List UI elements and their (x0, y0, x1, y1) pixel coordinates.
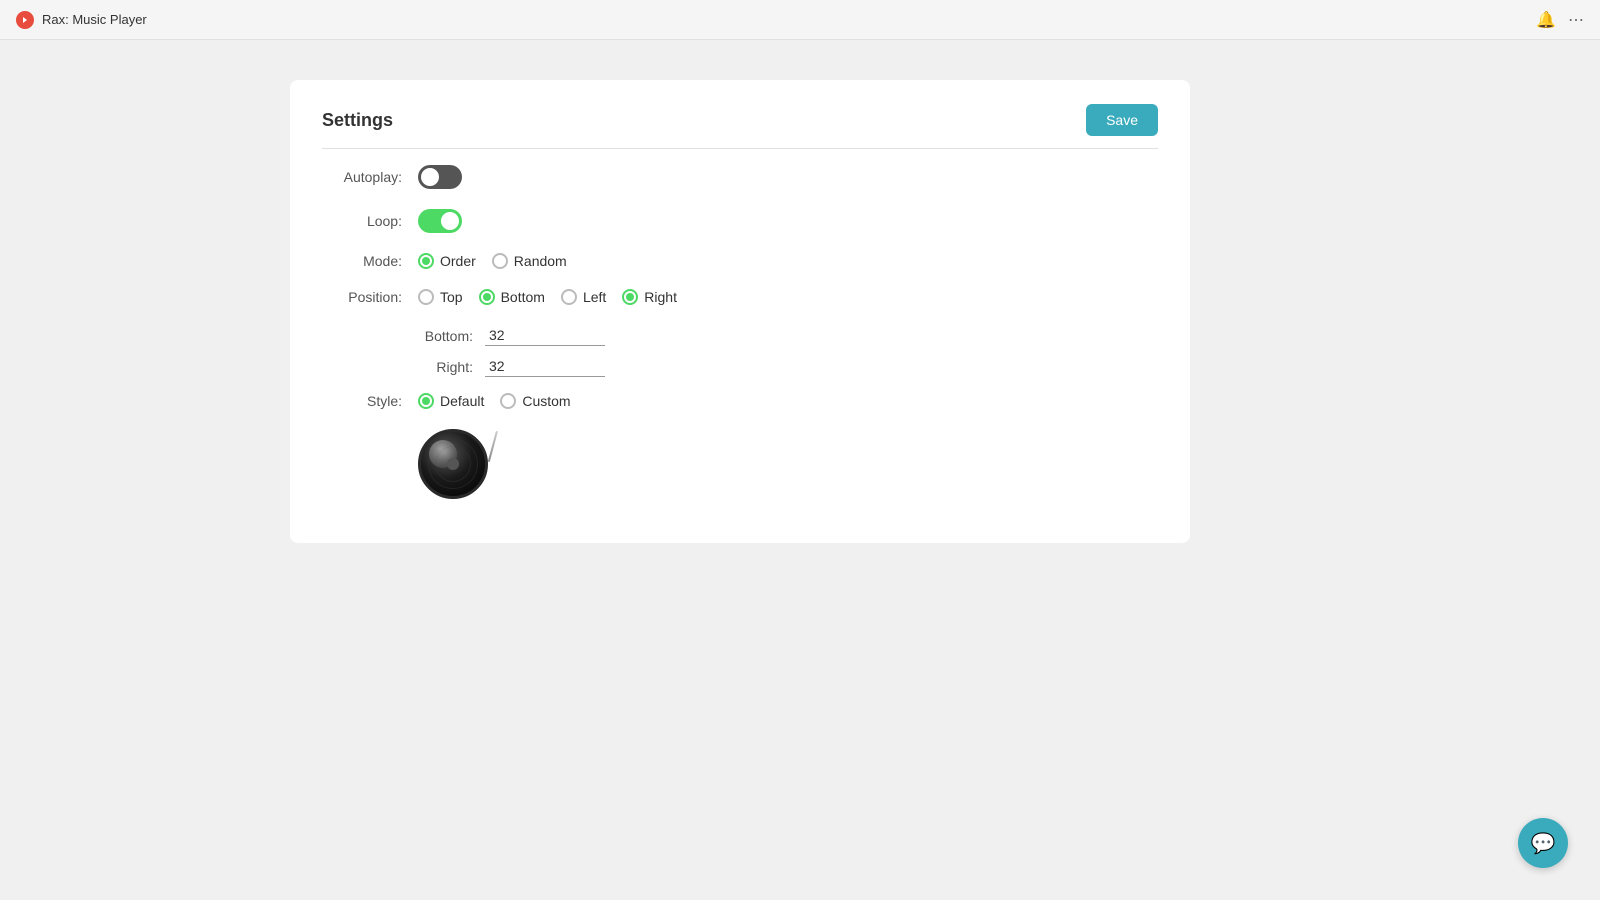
position-left-dot (561, 289, 577, 305)
right-label: Right: (418, 359, 473, 375)
style-default-dot (418, 393, 434, 409)
player-disc[interactable] (418, 429, 488, 499)
sub-fields: Bottom: Right: (418, 325, 1158, 377)
position-label: Position: (322, 289, 402, 305)
mode-row: Mode: Order Random (322, 253, 1158, 269)
position-left-label: Left (583, 289, 606, 305)
mode-random-option[interactable]: Random (492, 253, 567, 269)
style-default-label: Default (440, 393, 484, 409)
settings-title: Settings (322, 110, 393, 131)
position-top-label: Top (440, 289, 463, 305)
position-top-dot (418, 289, 434, 305)
autoplay-slider (418, 165, 462, 189)
player-widget (418, 429, 508, 519)
disc-center (447, 458, 459, 470)
more-icon[interactable]: ⋯ (1568, 10, 1584, 30)
style-custom-dot (500, 393, 516, 409)
style-radio-group: Default Custom (418, 393, 571, 409)
mode-random-dot (492, 253, 508, 269)
position-right-label: Right (644, 289, 677, 305)
position-right-option[interactable]: Right (622, 289, 677, 305)
mode-radio-group: Order Random (418, 253, 567, 269)
bell-icon[interactable]: 🔔 (1536, 10, 1556, 30)
style-custom-option[interactable]: Custom (500, 393, 570, 409)
loop-toggle[interactable] (418, 209, 462, 233)
title-bar: Rax: Music Player 🔔 ⋯ (0, 0, 1600, 40)
title-bar-right: 🔔 ⋯ (1536, 10, 1584, 30)
right-field-row: Right: (418, 356, 1158, 377)
style-label: Style: (322, 393, 402, 409)
bottom-field-row: Bottom: (418, 325, 1158, 346)
settings-panel: Settings Save Autoplay: Loop: Mode: (290, 80, 1190, 543)
style-custom-label: Custom (522, 393, 570, 409)
position-bottom-dot (479, 289, 495, 305)
position-bottom-label: Bottom (501, 289, 545, 305)
chat-button[interactable]: 💬 (1518, 818, 1568, 868)
app-title: Rax: Music Player (42, 12, 147, 27)
mode-order-option[interactable]: Order (418, 253, 476, 269)
right-input[interactable] (485, 356, 605, 377)
app-icon (16, 11, 34, 29)
position-row: Position: Top Bottom Left Right (322, 289, 1158, 305)
position-right-dot (622, 289, 638, 305)
position-top-option[interactable]: Top (418, 289, 463, 305)
mode-label: Mode: (322, 253, 402, 269)
bottom-label: Bottom: (418, 328, 473, 344)
loop-row: Loop: (322, 209, 1158, 233)
mode-random-label: Random (514, 253, 567, 269)
position-left-option[interactable]: Left (561, 289, 606, 305)
position-radio-group: Top Bottom Left Right (418, 289, 677, 305)
settings-header: Settings Save (322, 104, 1158, 149)
autoplay-label: Autoplay: (322, 169, 402, 185)
chat-icon: 💬 (1531, 831, 1556, 856)
loop-label: Loop: (322, 213, 402, 229)
title-bar-left: Rax: Music Player (16, 11, 147, 29)
autoplay-toggle[interactable] (418, 165, 462, 189)
save-button[interactable]: Save (1086, 104, 1158, 136)
main-content: Settings Save Autoplay: Loop: Mode: (0, 40, 1600, 583)
mode-order-label: Order (440, 253, 476, 269)
player-needle (488, 431, 498, 462)
autoplay-row: Autoplay: (322, 165, 1158, 189)
mode-order-dot (418, 253, 434, 269)
style-default-option[interactable]: Default (418, 393, 484, 409)
bottom-input[interactable] (485, 325, 605, 346)
position-bottom-option[interactable]: Bottom (479, 289, 545, 305)
loop-slider (418, 209, 462, 233)
style-row: Style: Default Custom (322, 393, 1158, 409)
